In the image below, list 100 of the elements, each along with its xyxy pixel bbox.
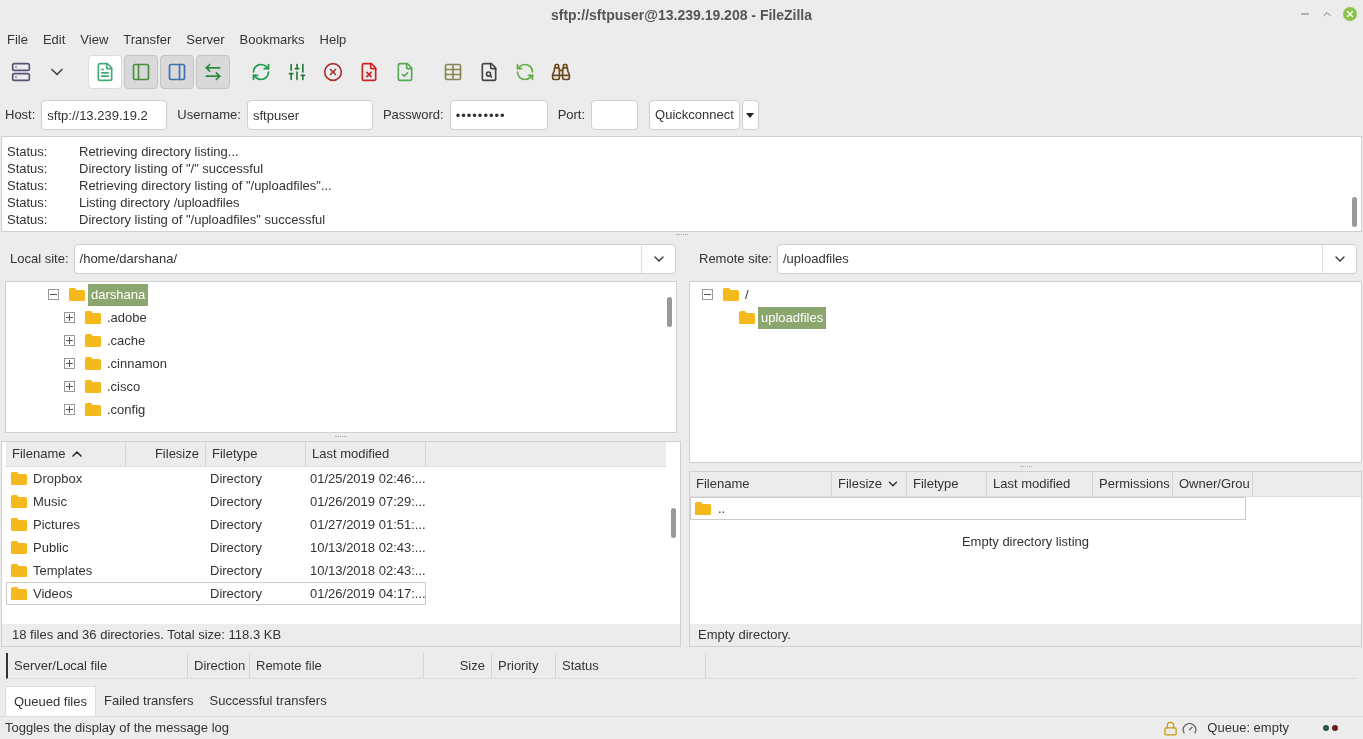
expand-icon[interactable] bbox=[64, 358, 75, 369]
folder-icon bbox=[84, 356, 102, 371]
field-label: Port: bbox=[557, 106, 586, 125]
column-header[interactable]: Filesize bbox=[126, 442, 206, 466]
queue-tab[interactable]: Failed transfers bbox=[96, 689, 202, 716]
menu-item[interactable]: Server bbox=[186, 30, 225, 50]
local-tree-toggle[interactable] bbox=[124, 55, 158, 89]
expand-icon[interactable] bbox=[64, 312, 75, 323]
table-cell-text: Templates bbox=[33, 561, 93, 580]
folder-icon bbox=[84, 310, 102, 325]
file-row[interactable]: Dropbox Directory 01/25/2019 02:46:... bbox=[6, 467, 426, 490]
tree-item[interactable]: .cisco bbox=[104, 375, 144, 398]
file-row[interactable]: Public Directory 10/13/2018 02:43:... bbox=[6, 536, 426, 559]
queue-status: Queue: empty bbox=[1207, 719, 1289, 738]
table-cell-text: Directory bbox=[210, 469, 262, 488]
input-field[interactable] bbox=[591, 100, 639, 130]
column-header[interactable]: Priority bbox=[492, 653, 556, 678]
column-header[interactable]: Permissions bbox=[1093, 472, 1173, 496]
table-cell-text: Dropbox bbox=[33, 469, 83, 488]
tree-item[interactable]: .cinnamon bbox=[104, 352, 170, 375]
column-header[interactable]: Last modified bbox=[987, 472, 1093, 496]
queue-tab[interactable]: Successful transfers bbox=[201, 689, 335, 716]
site-path-combobox[interactable]: /uploadfiles bbox=[777, 244, 1357, 274]
field-label: Host: bbox=[5, 106, 36, 125]
menu-item[interactable]: Help bbox=[319, 30, 347, 50]
field-label: Password: bbox=[382, 106, 444, 125]
log-message: Listing directory /uploadfiles bbox=[79, 193, 240, 212]
scrollbar[interactable] bbox=[666, 297, 672, 327]
log-label: Status: bbox=[7, 210, 49, 229]
tree-item[interactable]: / bbox=[742, 283, 752, 306]
column-header[interactable]: Last modified bbox=[306, 442, 426, 466]
column-header[interactable]: Status bbox=[556, 653, 706, 678]
folder-icon bbox=[694, 501, 712, 516]
log-label: Status: bbox=[7, 142, 49, 161]
scrollbar[interactable] bbox=[1351, 197, 1357, 227]
column-header[interactable]: Filename bbox=[690, 472, 832, 496]
collapse-icon[interactable] bbox=[702, 289, 713, 300]
log-label: Status: bbox=[7, 159, 49, 178]
file-row[interactable]: .. bbox=[690, 497, 1246, 520]
field-label: Username: bbox=[177, 106, 241, 125]
column-header[interactable]: Filetype bbox=[206, 442, 306, 466]
table-cell-text: 10/13/2018 02:43:... bbox=[310, 538, 426, 557]
file-row[interactable]: Templates Directory 10/13/2018 02:43:... bbox=[6, 559, 426, 582]
file-row[interactable]: Videos Directory 01/26/2019 04:17:... bbox=[6, 582, 426, 605]
menu-item[interactable]: Bookmarks bbox=[239, 30, 305, 50]
log-message: Directory listing of "/" successful bbox=[79, 159, 264, 178]
password-field[interactable]: ••••••••• bbox=[449, 100, 548, 130]
message-log-toggle[interactable] bbox=[88, 55, 122, 89]
column-header[interactable]: Size bbox=[424, 653, 492, 678]
window-title: sftp://sftpuser@13.239.19.208 - FileZilla bbox=[550, 5, 813, 25]
status-text: 18 files and 36 directories. Total size: 118.3 KB bbox=[12, 626, 282, 645]
transfer-queue-toggle[interactable] bbox=[196, 55, 230, 89]
site-path-combobox[interactable]: /home/darshana/ bbox=[73, 244, 676, 274]
column-header[interactable]: Server/Local file bbox=[8, 653, 188, 678]
remote-tree-toggle[interactable] bbox=[160, 55, 194, 89]
quickconnect-dropdown[interactable] bbox=[741, 100, 759, 130]
column-header[interactable]: Filesize bbox=[832, 472, 907, 496]
file-row[interactable]: Pictures Directory 01/27/2019 01:51:... bbox=[6, 513, 426, 536]
tree-item[interactable]: .cache bbox=[104, 329, 149, 352]
input-field[interactable]: sftp://13.239.19.2 bbox=[41, 100, 168, 130]
site-label: Remote site: bbox=[698, 250, 772, 269]
folder-icon bbox=[738, 310, 756, 325]
scrollbar[interactable] bbox=[670, 508, 676, 538]
table-cell-text: Directory bbox=[210, 515, 262, 534]
column-header[interactable]: Filename bbox=[6, 442, 126, 466]
tree-item[interactable]: .config bbox=[104, 398, 149, 421]
expand-icon[interactable] bbox=[64, 381, 75, 392]
input-field[interactable]: sftpuser bbox=[246, 100, 373, 130]
expand-icon[interactable] bbox=[64, 404, 75, 415]
table-cell-text: Public bbox=[33, 538, 69, 557]
log-label: Status: bbox=[7, 193, 49, 212]
quickconnect-button[interactable]: Quickconnect bbox=[649, 100, 740, 130]
folder-icon bbox=[10, 563, 28, 578]
splitter-handle[interactable] bbox=[335, 436, 347, 438]
caret-icon bbox=[746, 112, 755, 118]
table-cell-text: 01/26/2019 07:29:... bbox=[310, 492, 426, 511]
tree-item[interactable]: .adobe bbox=[104, 306, 150, 329]
log-message: Directory listing of "/uploadfiles" successful bbox=[79, 210, 326, 229]
table-cell-text: Directory bbox=[210, 492, 262, 511]
menu-item[interactable]: File bbox=[7, 30, 28, 50]
folder-icon bbox=[84, 402, 102, 417]
column-header[interactable]: Remote file bbox=[250, 653, 424, 678]
column-header[interactable]: Owner/Grou bbox=[1173, 472, 1253, 496]
menu-item[interactable]: Transfer bbox=[123, 30, 172, 50]
speed-limit-icon bbox=[1182, 720, 1198, 736]
expand-icon[interactable] bbox=[64, 335, 75, 346]
menu-item[interactable]: Edit bbox=[42, 30, 66, 50]
column-header[interactable]: Direction bbox=[188, 653, 250, 678]
collapse-icon[interactable] bbox=[48, 289, 59, 300]
column-header[interactable]: Filetype bbox=[907, 472, 987, 496]
close-button[interactable] bbox=[1343, 7, 1357, 21]
activity-lights-icon bbox=[1323, 725, 1338, 731]
status-hint: Toggles the display of the message log bbox=[5, 719, 231, 738]
menu-item[interactable]: View bbox=[80, 30, 109, 50]
table-cell-text: Directory bbox=[210, 584, 262, 603]
log-message: Retrieving directory listing of "/uploadfiles"... bbox=[79, 176, 332, 195]
splitter-handle[interactable] bbox=[1020, 466, 1032, 468]
file-row[interactable]: Music Directory 01/26/2019 07:29:... bbox=[6, 490, 426, 513]
left-panel-icon bbox=[131, 62, 151, 82]
queue-tab[interactable]: Queued files bbox=[5, 686, 96, 716]
